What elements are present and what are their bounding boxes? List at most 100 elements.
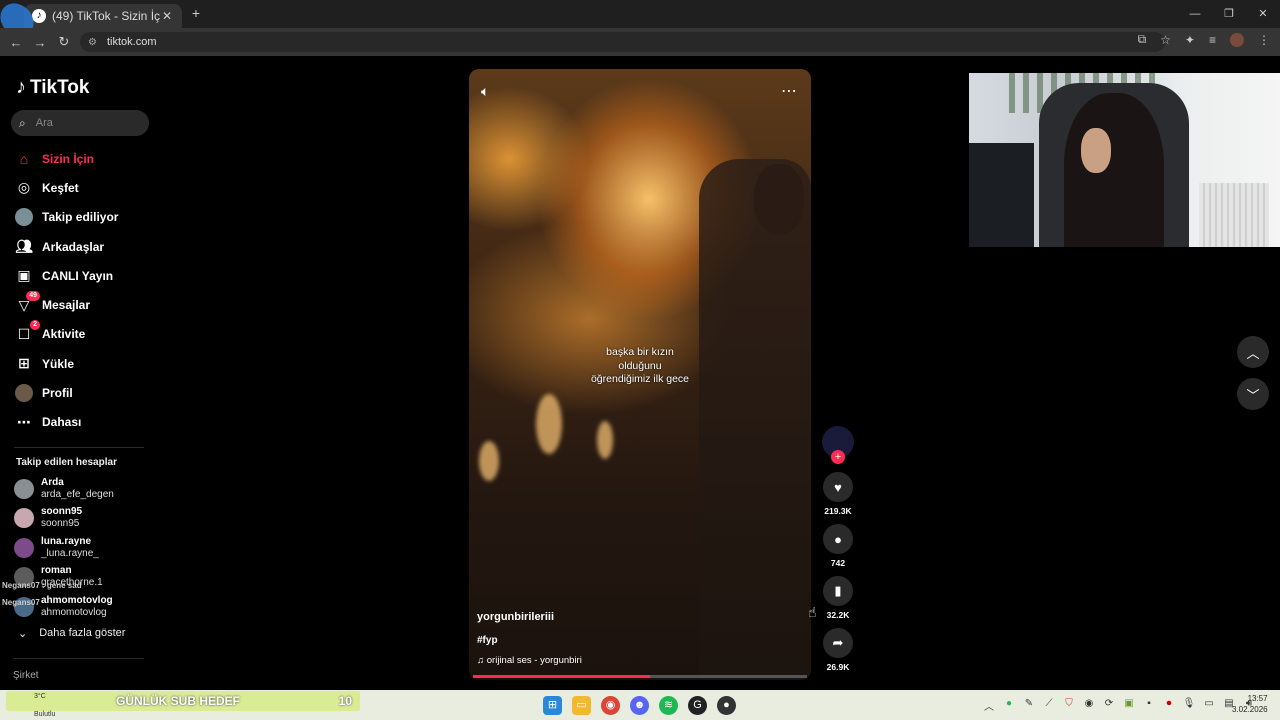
media-controls-icon[interactable]: ≡: [1209, 33, 1216, 47]
video-hashtag[interactable]: #fyp: [477, 635, 498, 646]
chat-overlay-line: Negans07: [2, 598, 40, 607]
share-button[interactable]: ➦: [823, 628, 853, 658]
nav-label: Profil: [42, 386, 73, 401]
site-info-icon[interactable]: ⚙: [88, 37, 97, 48]
forward-icon[interactable]: →: [28, 35, 52, 50]
tray-spotify-icon[interactable]: ●: [1002, 698, 1016, 713]
tray-chevron-up-icon[interactable]: ︿: [982, 698, 996, 713]
account-handle: ahmomotovlog: [41, 606, 107, 618]
tray-shield-icon[interactable]: ⛉: [1062, 698, 1076, 713]
account-handle: _luna.rayne_: [41, 547, 99, 559]
following-account-arda[interactable]: Arda arda_efe_degen: [14, 474, 114, 504]
chrome-icon[interactable]: ◉: [601, 696, 620, 715]
back-icon[interactable]: ←: [4, 35, 28, 50]
new-tab-button[interactable]: +: [188, 5, 204, 21]
save-button[interactable]: ▮: [823, 576, 853, 606]
video-music[interactable]: ♫ orijinal ses - yorgunbiri: [477, 655, 582, 666]
avatar: [14, 537, 34, 558]
like-button[interactable]: ♥: [823, 472, 853, 502]
discord-icon[interactable]: ☻: [630, 696, 649, 715]
obs-icon[interactable]: ●: [717, 696, 736, 715]
account-handle: arda_efe_degen: [41, 488, 114, 500]
spotify-icon[interactable]: ≋: [659, 696, 678, 715]
video-player[interactable]: 🔈︎ ⋯ başka bir kızın olduğunu öğrendiğim…: [469, 69, 811, 680]
restore-icon[interactable]: ❐: [1212, 0, 1246, 28]
nav-item-for-you[interactable]: ⌂ Sizin İçin: [14, 144, 154, 173]
more-options-icon[interactable]: ⋯: [781, 81, 797, 101]
nav-item-messages[interactable]: ▽ 49 Mesajlar: [14, 290, 154, 319]
nav-item-activity[interactable]: ☐ 2 Aktivite: [14, 320, 154, 349]
tray-box-icon[interactable]: ▪: [1142, 698, 1156, 713]
system-tray: ︿ ● ✎ ⟋ ⛉ ◉ ⟳ ▣ ▪ ⏺ 🎙︎ ▭ ▤ 🔊︎: [982, 698, 1256, 713]
install-app-icon[interactable]: ⧉: [1138, 32, 1147, 47]
following-account-soonn95[interactable]: soonn95 soonn95: [14, 504, 114, 534]
previous-video-button[interactable]: ︿: [1237, 336, 1269, 368]
show-more-button[interactable]: ⌄ Daha fazla göster: [18, 627, 125, 640]
profile-avatar[interactable]: [1230, 32, 1244, 47]
live-icon: ▣: [17, 267, 31, 284]
tray-display-icon[interactable]: ▭: [1202, 698, 1216, 713]
system-clock[interactable]: 13:57 3.02.2026: [1232, 693, 1268, 715]
tiktok-logo[interactable]: ♪ TikTok: [16, 76, 89, 99]
video-author[interactable]: yorgunbirileriii: [477, 611, 554, 623]
creator-avatar[interactable]: +: [822, 426, 854, 464]
nav-item-friends[interactable]: 👥︎ Arkadaşlar: [14, 232, 154, 261]
tray-sync-icon[interactable]: ⟳: [1102, 698, 1116, 713]
video-caption: başka bir kızın olduğunu öğrendiğimiz il…: [590, 346, 690, 385]
following-account-luna[interactable]: luna.rayne _luna.rayne_: [14, 533, 114, 563]
search-input[interactable]: ⌕ Ara: [11, 110, 149, 136]
menu-icon[interactable]: ⋮: [1258, 33, 1270, 47]
nav-item-upload[interactable]: ⊞ Yükle: [14, 349, 154, 378]
company-heading[interactable]: Şirket: [13, 670, 39, 681]
light-bokeh: [597, 421, 613, 459]
upload-icon: ⊞: [18, 355, 30, 372]
tray-app-icon[interactable]: ◉: [1082, 698, 1096, 713]
extensions-icon[interactable]: ✦: [1185, 33, 1195, 47]
tray-tool-icon[interactable]: ⟋: [1042, 698, 1056, 713]
messages-badge: 49: [26, 291, 40, 302]
chevron-down-icon: ⌄: [18, 628, 28, 640]
nav-item-following[interactable]: Takip ediliyor: [14, 203, 154, 232]
minimize-icon[interactable]: —: [1178, 0, 1212, 28]
account-name: roman: [41, 565, 72, 577]
chevron-up-icon: ︿: [1246, 345, 1260, 361]
logo-text: TikTok: [30, 76, 90, 98]
clock-date: 3.02.2026: [1232, 705, 1268, 714]
bookmark-star-icon[interactable]: ☆: [1160, 33, 1171, 47]
next-video-button[interactable]: ﹀: [1237, 378, 1269, 410]
music-label: orijinal ses - yorgunbiri: [486, 655, 582, 666]
webcam-radiator: [1199, 183, 1269, 247]
nav-item-explore[interactable]: ◎ Keşfet: [14, 173, 154, 202]
volume-icon[interactable]: 🔈︎: [481, 83, 489, 100]
nav-item-live[interactable]: ▣ CANLI Yayın: [14, 261, 154, 290]
tiktok-favicon-icon: ♪: [32, 9, 46, 23]
following-text: luna.rayne _luna.rayne_: [41, 536, 99, 560]
comment-button[interactable]: ●: [823, 524, 853, 554]
weather-widget[interactable]: 3°C Bulutlu: [34, 692, 55, 719]
url-text: tiktok.com: [106, 36, 157, 48]
tray-record-icon[interactable]: ⏺: [1162, 698, 1176, 713]
video-figure: [699, 159, 811, 679]
tray-pen-icon[interactable]: ✎: [1022, 698, 1036, 713]
video-progress-bar[interactable]: [473, 675, 807, 678]
file-explorer-icon[interactable]: ▭: [572, 696, 591, 715]
account-name: luna.rayne: [41, 535, 92, 547]
avatar: [15, 384, 33, 403]
app-icon[interactable]: G: [688, 696, 707, 715]
nav-item-more[interactable]: ⋯ Dahası: [14, 408, 154, 437]
search-icon: ⌕: [19, 115, 26, 130]
nav-item-profile[interactable]: Profil: [14, 378, 154, 407]
browser-tab[interactable]: ♪ (49) TikTok - Sizin İçin ✕: [24, 4, 182, 28]
more-icon: ⋯: [17, 413, 31, 430]
tray-mic-icon[interactable]: 🎙︎: [1182, 698, 1196, 713]
follow-plus-icon[interactable]: +: [831, 450, 845, 464]
messages-icon: ▽ 49: [14, 291, 40, 315]
address-bar[interactable]: ⚙ tiktok.com: [80, 32, 1165, 52]
close-tab-icon[interactable]: ✕: [160, 9, 174, 23]
close-window-icon[interactable]: ✕: [1246, 0, 1280, 28]
show-more-label: Daha fazla göster: [39, 627, 126, 639]
windows-start-icon[interactable]: ⊞: [543, 696, 562, 715]
taskbar-apps: ⊞ ▭ ◉ ☻ ≋ G ●: [543, 696, 736, 715]
tray-nvidia-icon[interactable]: ▣: [1122, 698, 1136, 713]
reload-icon[interactable]: ↻: [52, 34, 76, 50]
